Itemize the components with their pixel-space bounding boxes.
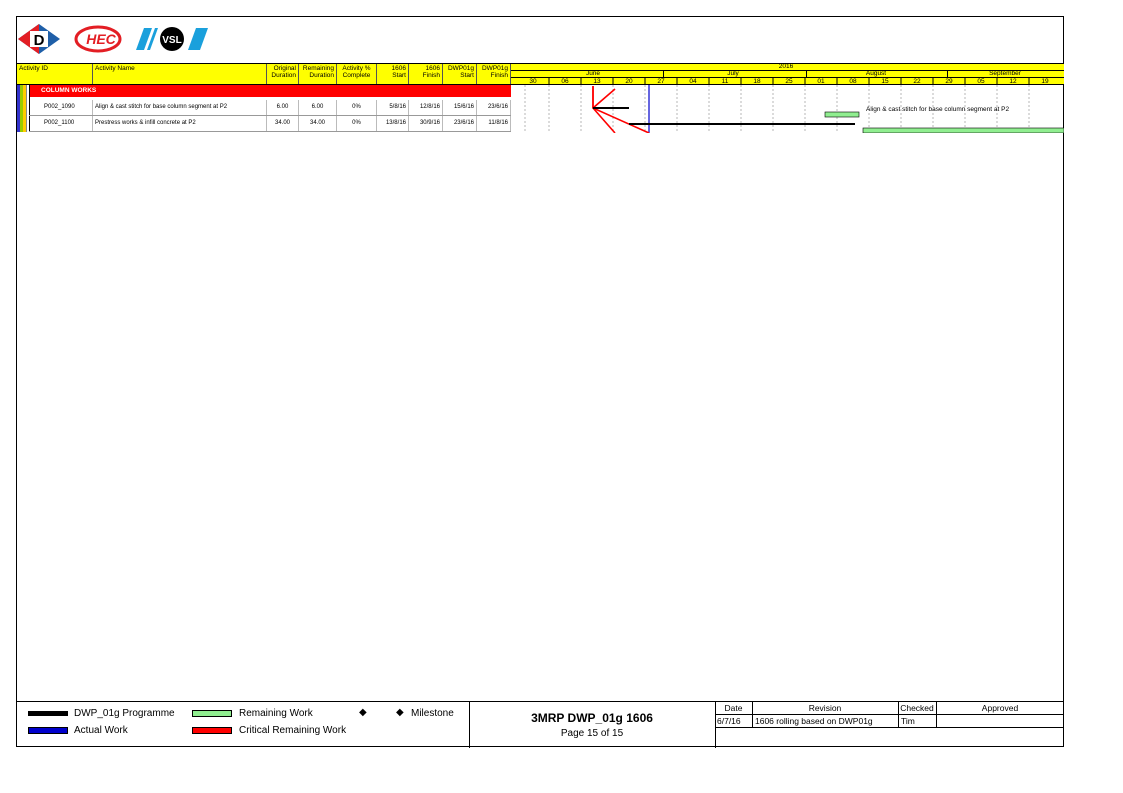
cell-remaining-duration: 6.00 (299, 100, 337, 115)
cell-1606-finish: 12/8/16 (409, 100, 443, 115)
legend-remaining-label: Remaining Work (239, 708, 313, 719)
svg-text:HEC: HEC (86, 31, 116, 47)
vsl-logo-icon: VSL (136, 27, 208, 51)
legend-milestone-diamond-icon: ◆ (359, 707, 367, 718)
gantt-chart: 2016 June July August September 30 06 13… (511, 63, 1064, 133)
cell-original-duration: 6.00 (267, 100, 299, 115)
cell-1606-start: 5/8/16 (377, 100, 409, 115)
footer-legend-block: DWP_01g Programme Remaining Work ◆ ◆ Mil… (16, 701, 1064, 748)
legend-milestone-label: Milestone (411, 708, 454, 719)
svg-text:D: D (34, 32, 45, 49)
cell-activity-id: P002_1090 (29, 100, 93, 115)
col-dwp01g-finish[interactable]: DWP01g Finish (477, 64, 511, 84)
bar-label: Align & cast stitch for base column segm… (866, 106, 1010, 113)
col-1606-start[interactable]: 1606 Start (377, 64, 409, 84)
col-remaining-duration[interactable]: Remaining Duration (299, 64, 337, 84)
svg-text:VSL: VSL (162, 35, 181, 46)
wbs-level-bars (17, 85, 30, 132)
cell-percent-complete: 0% (337, 116, 377, 131)
cell-activity-id: P002_1100 (29, 116, 93, 131)
legend-remaining-swatch (192, 710, 232, 717)
wbs-label: COLUMN WORKS (41, 87, 97, 94)
col-activity-id[interactable]: Activity ID (17, 64, 93, 84)
table-row[interactable]: P002_1090 Align & cast stitch for base c… (29, 100, 511, 116)
cell-dwp01g-finish: 11/8/16 (477, 116, 511, 131)
chec-logo-icon: HEC (74, 25, 122, 53)
cell-dwp01g-start: 23/6/16 (443, 116, 477, 131)
cell-dwp01g-finish: 23/6/16 (477, 100, 511, 115)
cell-activity-name: Prestress works & infill concrete at P2 (93, 116, 267, 131)
col-activity-name[interactable]: Activity Name (93, 64, 267, 84)
table-row[interactable]: P002_1100 Prestress works & infill concr… (29, 116, 511, 132)
cell-1606-start: 13/8/16 (377, 116, 409, 131)
legend-actual-label: Actual Work (74, 725, 128, 736)
legend-programme-label: DWP_01g Programme (74, 708, 175, 719)
cell-remaining-duration: 34.00 (299, 116, 337, 131)
table-header: Activity ID Activity Name Original Durat… (17, 63, 511, 85)
legend-programme-swatch (28, 711, 68, 716)
legend-milestone-diamond-icon: ◆ (396, 707, 404, 718)
revision-header-approved: Approved (981, 703, 1019, 713)
legend-critical-label: Critical Remaining Work (239, 725, 347, 736)
revision-date: 6/7/16 (717, 716, 741, 726)
page-number: Page 15 of 15 (560, 728, 624, 739)
page-title: 3MRP DWP_01g 1606 (531, 711, 653, 725)
revision-header-checked: Checked (900, 703, 934, 713)
cell-dwp01g-start: 15/6/16 (443, 100, 477, 115)
col-percent-complete[interactable]: Activity % Complete (337, 64, 377, 84)
legend-actual-swatch (28, 727, 68, 734)
col-1606-finish[interactable]: 1606 Finish (409, 64, 443, 84)
cell-percent-complete: 0% (337, 100, 377, 115)
revision-header-date: Date (724, 703, 743, 713)
wbs-band-column-works[interactable]: COLUMN WORKS (17, 85, 511, 97)
cell-original-duration: 34.00 (267, 116, 299, 131)
cell-activity-name: Align & cast stitch for base column segm… (93, 100, 267, 115)
revision-checked-by: Tim (901, 716, 915, 726)
gantt-bars (524, 77, 1064, 133)
legend-critical-swatch (192, 727, 232, 734)
col-original-duration[interactable]: Original Duration (267, 64, 299, 84)
revision-header-revision: Revision (808, 703, 842, 713)
col-dwp01g-start[interactable]: DWP01g Start (443, 64, 477, 84)
dragages-logo-icon: D (18, 24, 60, 54)
revision-description: 1606 rolling based on DWP01g (755, 716, 873, 726)
cell-1606-finish: 30/9/16 (409, 116, 443, 131)
